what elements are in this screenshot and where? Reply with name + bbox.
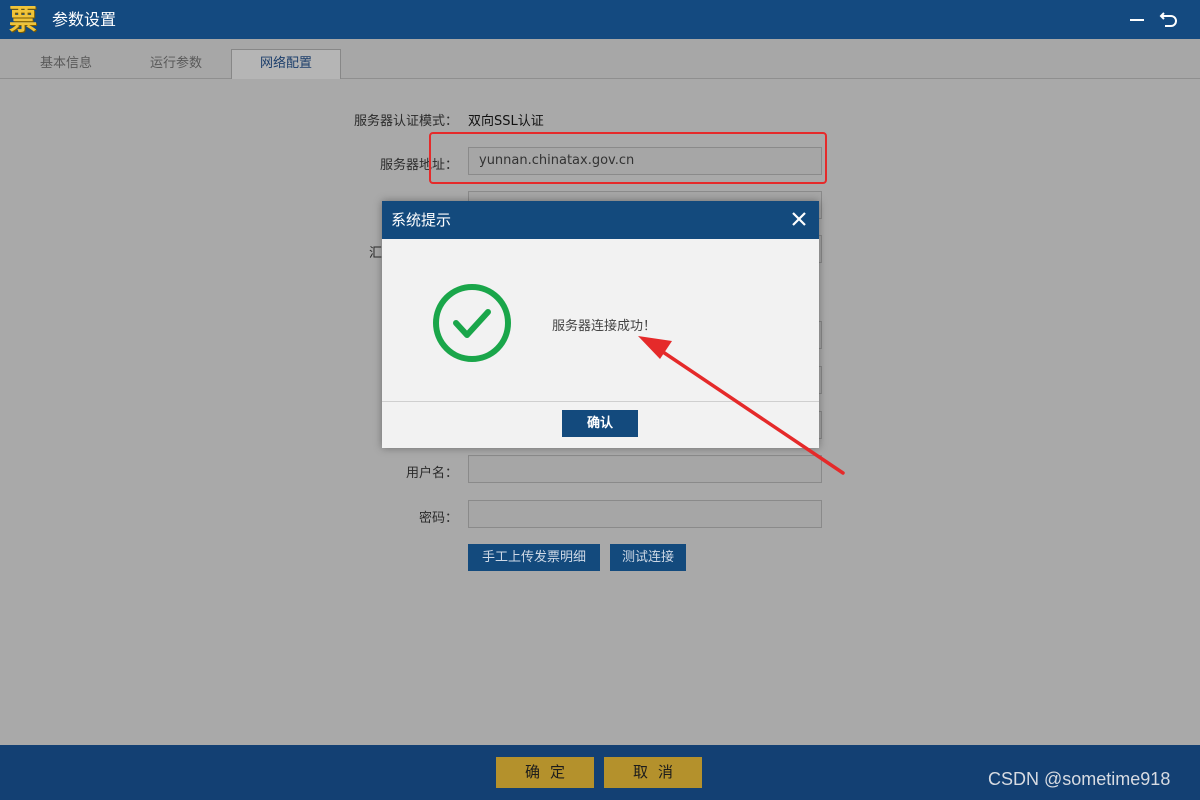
title-bar: 票 参数设置	[0, 0, 1200, 39]
return-icon[interactable]	[1158, 8, 1180, 30]
tab-basic-info[interactable]: 基本信息	[11, 50, 121, 78]
system-prompt-dialog: 系统提示 服务器连接成功！ 确认	[382, 201, 819, 448]
dialog-message: 服务器连接成功！	[552, 319, 657, 334]
auth-mode-value: 双向SSL认证	[468, 114, 544, 129]
username-label: 用户名：	[405, 466, 458, 481]
tab-bar: 基本信息 运行参数 网络配置	[0, 39, 1200, 79]
partial-label: 汇	[369, 246, 383, 261]
close-icon[interactable]	[789, 209, 809, 229]
dialog-title: 系统提示	[391, 211, 452, 229]
dialog-divider	[382, 401, 819, 402]
confirm-button[interactable]: 确认	[562, 410, 638, 437]
password-label: 密码：	[418, 511, 458, 526]
minimize-icon[interactable]	[1126, 8, 1148, 30]
username-field[interactable]	[468, 455, 822, 483]
auth-mode-label: 服务器认证模式：	[353, 114, 458, 129]
dialog-header: 系统提示	[382, 201, 819, 239]
ok-button[interactable]: 确定	[496, 757, 594, 788]
app-logo: 票	[8, 3, 37, 36]
test-connection-button[interactable]: 测试连接	[610, 544, 686, 571]
annotation-highlight-box	[429, 132, 827, 184]
window-title: 参数设置	[52, 10, 117, 29]
check-circle-icon	[431, 282, 513, 364]
dialog-body: 服务器连接成功！	[382, 239, 819, 401]
cancel-button[interactable]: 取消	[604, 757, 702, 788]
password-field[interactable]	[468, 500, 822, 528]
watermark: CSDN @sometime918	[988, 769, 1171, 789]
tab-runtime-params[interactable]: 运行参数	[121, 50, 231, 78]
upload-invoice-details-button[interactable]: 手工上传发票明细	[468, 544, 600, 571]
tab-network-config[interactable]: 网络配置	[231, 49, 341, 79]
